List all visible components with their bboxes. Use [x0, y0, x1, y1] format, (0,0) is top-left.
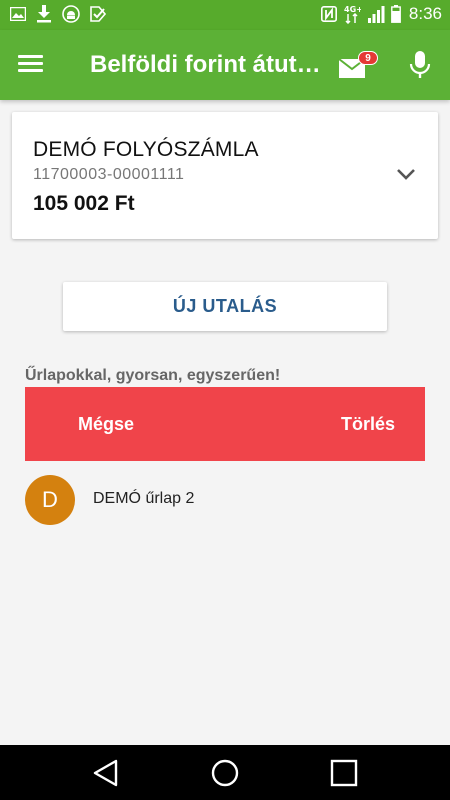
- signal-icon: [367, 5, 385, 23]
- back-triangle-icon: [93, 759, 118, 787]
- swipe-delete-row: Mégse Törlés: [25, 387, 425, 461]
- hamburger-line: [18, 62, 43, 65]
- list-item[interactable]: D DEMÓ űrlap 2: [25, 475, 425, 525]
- account-name: DEMÓ FOLYÓSZÁMLA: [33, 138, 259, 161]
- page-title: Belföldi forint átut…: [90, 51, 320, 78]
- chevron-down-icon: [397, 169, 415, 180]
- menu-button[interactable]: [18, 52, 52, 78]
- back-button[interactable]: [91, 758, 121, 788]
- nfc-icon: [320, 6, 337, 22]
- app-bar: Belföldi forint átut… 9: [0, 30, 450, 100]
- home-button[interactable]: [210, 758, 240, 788]
- account-number: 11700003-00001111: [33, 166, 185, 183]
- hamburger-icon: [18, 55, 43, 58]
- navigation-bar: [0, 745, 450, 800]
- account-selector[interactable]: DEMÓ FOLYÓSZÁMLA 11700003-00001111 105 0…: [12, 112, 438, 239]
- mail-badge: 9: [358, 51, 378, 65]
- download-icon: [36, 5, 52, 23]
- account-balance: 105 002 Ft: [33, 192, 135, 215]
- cancel-button[interactable]: Mégse: [78, 414, 134, 435]
- list-item-label: DEMÓ űrlap 2: [93, 490, 195, 507]
- svg-text:4G+: 4G+: [344, 5, 361, 14]
- recents-button[interactable]: [329, 758, 359, 788]
- home-circle-icon: [211, 759, 239, 787]
- android-icon: [62, 5, 80, 23]
- new-transfer-button[interactable]: ÚJ UTALÁS: [63, 282, 387, 331]
- battery-icon: [391, 5, 401, 23]
- gallery-icon: [10, 7, 26, 21]
- recents-square-icon: [330, 759, 358, 787]
- mail-button[interactable]: 9: [338, 51, 382, 81]
- check-tag-icon: [90, 6, 106, 22]
- microphone-icon: [409, 51, 431, 78]
- microphone-button[interactable]: [408, 50, 432, 80]
- network-4g-icon: 4G+: [343, 4, 361, 24]
- delete-button[interactable]: Törlés: [341, 414, 395, 435]
- forms-section-caption: Űrlapokkal, gyorsan, egyszerűen!: [25, 367, 281, 384]
- avatar: D: [25, 475, 75, 525]
- status-time: 8:36: [408, 4, 442, 23]
- hamburger-line: [18, 69, 43, 72]
- status-bar: 4G+ 8:36: [0, 0, 450, 30]
